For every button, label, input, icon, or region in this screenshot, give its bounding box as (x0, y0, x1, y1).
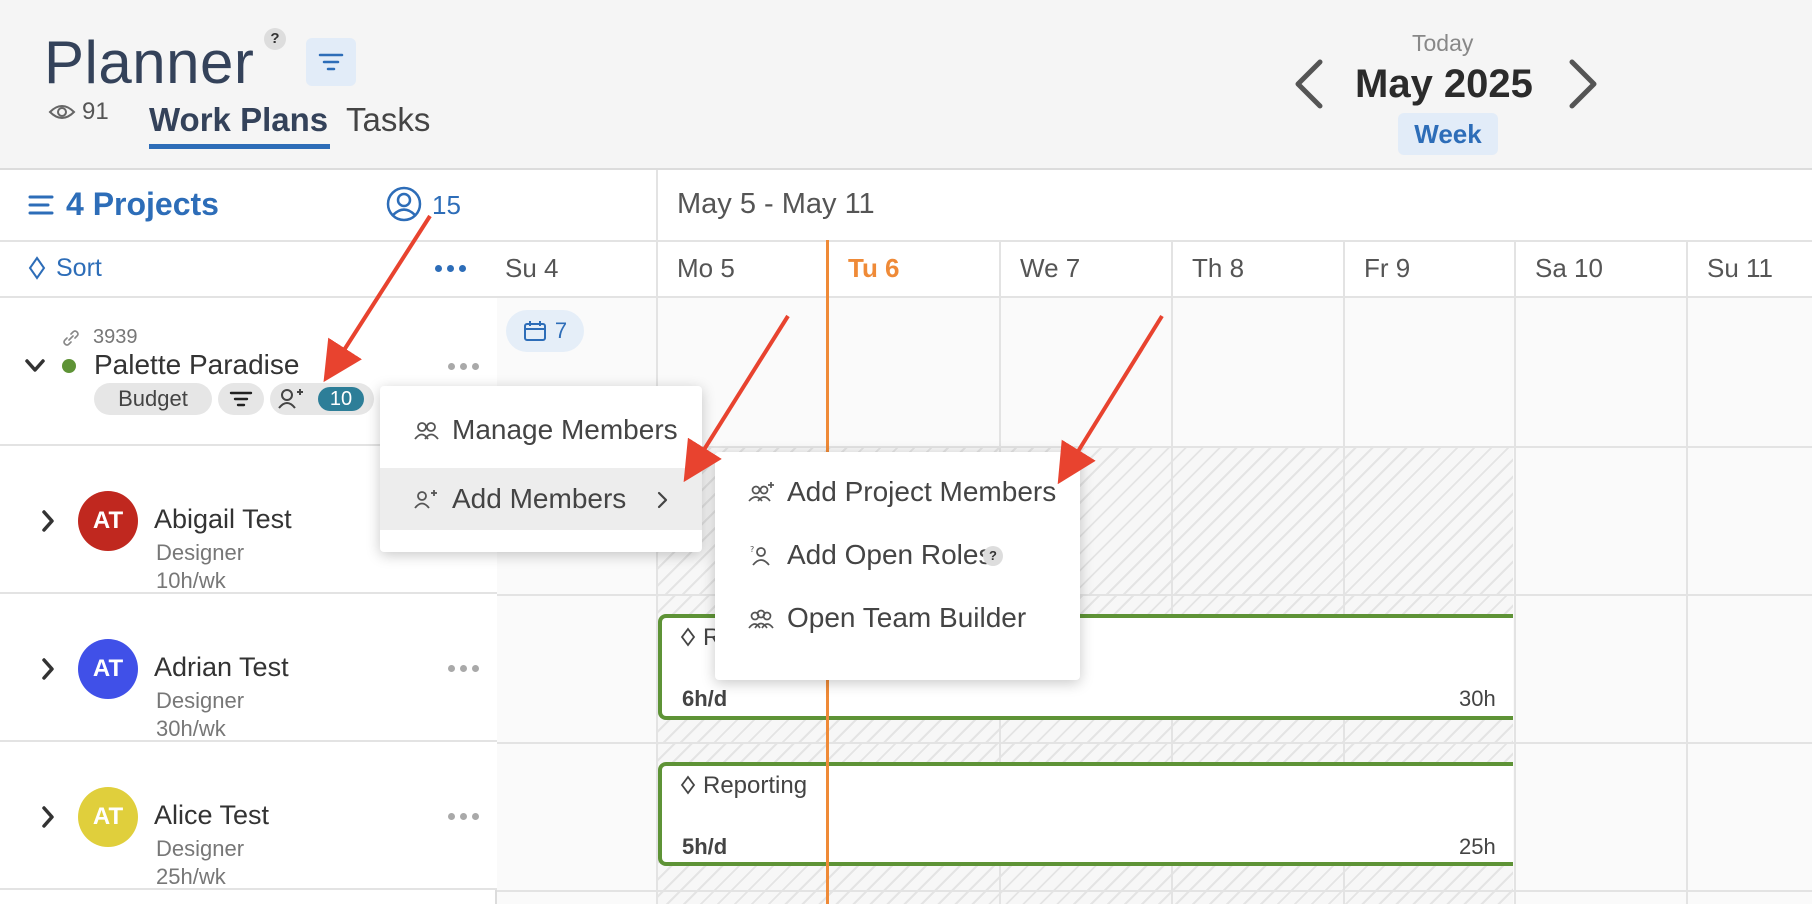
add-project-members-item[interactable]: Add Project Members (747, 476, 1056, 508)
day-label: Su 4 (505, 253, 559, 283)
open-role-icon: ? (750, 545, 770, 566)
member-hours: 10h/wk (156, 568, 226, 593)
day-label: Fr 9 (1364, 253, 1411, 283)
sort-diamond-icon (28, 256, 46, 280)
more-options-icon[interactable] (435, 265, 466, 272)
member-name[interactable]: Alice Test (154, 800, 269, 831)
member-name[interactable]: Adrian Test (154, 652, 289, 683)
chevron-down-icon[interactable] (24, 358, 46, 374)
active-tab-indicator (149, 144, 330, 149)
row-divider (497, 742, 1812, 744)
svg-text:?: ? (750, 545, 754, 554)
help-icon[interactable]: ? (264, 28, 286, 50)
link-icon (63, 330, 79, 346)
project-id: 3939 (93, 326, 138, 348)
diamond-icon (680, 627, 696, 647)
budget-pill[interactable]: Budget (94, 383, 212, 415)
member-more-icon[interactable] (448, 665, 479, 672)
member-role: Designer (156, 836, 245, 861)
member-count[interactable]: 15 (432, 190, 461, 221)
avatar: AT (78, 787, 138, 847)
add-users-icon (748, 482, 774, 502)
work-plan-label: Reporting (703, 772, 808, 799)
menu-icon[interactable] (28, 194, 54, 216)
sort-button[interactable]: Sort (56, 254, 102, 283)
day-label: Su 11 (1707, 253, 1774, 283)
month-label: May 2025 (1355, 62, 1533, 106)
add-open-roles-item[interactable]: ? Add Open Roles (747, 539, 992, 571)
avatar: AT (78, 491, 138, 551)
page-title: Planner (44, 29, 255, 96)
work-plan-total: 30h (1459, 686, 1496, 711)
filter-icon (318, 53, 344, 71)
views-counter: 91 (48, 98, 109, 126)
day-label: Sa 10 (1535, 253, 1603, 283)
view-mode-button[interactable]: Week (1398, 113, 1498, 155)
filter-icon (229, 391, 253, 407)
column-divider (656, 170, 658, 242)
help-icon[interactable]: ? (983, 546, 1003, 566)
users-icon (414, 422, 439, 440)
work-plan-total: 25h (1459, 834, 1496, 859)
member-name[interactable]: Abigail Test (154, 504, 292, 535)
menu-item-label: Open Team Builder (787, 602, 1027, 633)
calendar-chip[interactable]: 7 (506, 310, 584, 352)
projects-count-label[interactable]: 4 Projects (66, 186, 219, 223)
user-circle-icon[interactable] (386, 186, 422, 222)
work-plan-rate: 5h/d (682, 834, 728, 859)
member-hours: 25h/wk (156, 864, 226, 889)
diamond-icon (680, 775, 696, 795)
day-label-today: Tu 6 (848, 253, 900, 283)
member-more-icon[interactable] (448, 813, 479, 820)
project-status-dot (62, 359, 76, 373)
column-divider (1686, 242, 1688, 904)
add-user-icon (278, 389, 303, 409)
row-divider (497, 890, 1812, 892)
chevron-right-icon[interactable] (40, 805, 56, 829)
eye-icon (48, 105, 76, 119)
project-filter-pill[interactable] (218, 383, 264, 415)
add-user-icon (414, 490, 437, 509)
today-button[interactable]: Today (1412, 30, 1473, 57)
filter-button[interactable] (306, 38, 356, 86)
team-icon (748, 609, 774, 629)
row-divider (497, 594, 1812, 596)
chevron-right-icon[interactable] (40, 657, 56, 681)
menu-item-label: Add Project Members (787, 476, 1057, 507)
add-members-submenu: Add Project Members ? Add Open Roles ? O… (715, 452, 1080, 680)
chip-count: 7 (554, 318, 568, 343)
calendar-icon (523, 321, 546, 341)
project-members-badge: 10 (318, 387, 364, 411)
members-context-menu: Manage Members Add Members (380, 386, 702, 552)
member-role: Designer (156, 688, 245, 713)
menu-item-label: Add Members (452, 483, 627, 514)
member-role: Designer (156, 540, 245, 565)
week-range: May 5 - May 11 (677, 188, 875, 220)
menu-item-label: Add Open Roles (787, 539, 993, 570)
menu-item-label: Manage Members (452, 414, 678, 445)
day-label: We 7 (1020, 253, 1081, 283)
project-name[interactable]: Palette Paradise (94, 349, 299, 381)
chevron-right-icon[interactable] (1566, 58, 1600, 110)
work-plan-rate: 6h/d (682, 686, 728, 711)
chevron-right-icon (657, 491, 668, 509)
manage-members-item[interactable]: Manage Members (380, 406, 702, 454)
add-members-item[interactable]: Add Members (380, 468, 702, 530)
avatar: AT (78, 639, 138, 699)
day-label: Mo 5 (677, 253, 735, 283)
views-count: 91 (82, 98, 109, 125)
open-team-builder-item[interactable]: Open Team Builder (747, 602, 1026, 634)
chevron-right-icon[interactable] (40, 509, 56, 533)
tab-tasks[interactable]: Tasks (346, 101, 430, 139)
column-divider (1514, 242, 1516, 904)
day-label: Th 8 (1192, 253, 1245, 283)
tab-work-plans[interactable]: Work Plans (149, 101, 328, 139)
chevron-left-icon[interactable] (1292, 58, 1326, 110)
member-hours: 30h/wk (156, 716, 226, 741)
project-more-icon[interactable] (448, 363, 479, 370)
